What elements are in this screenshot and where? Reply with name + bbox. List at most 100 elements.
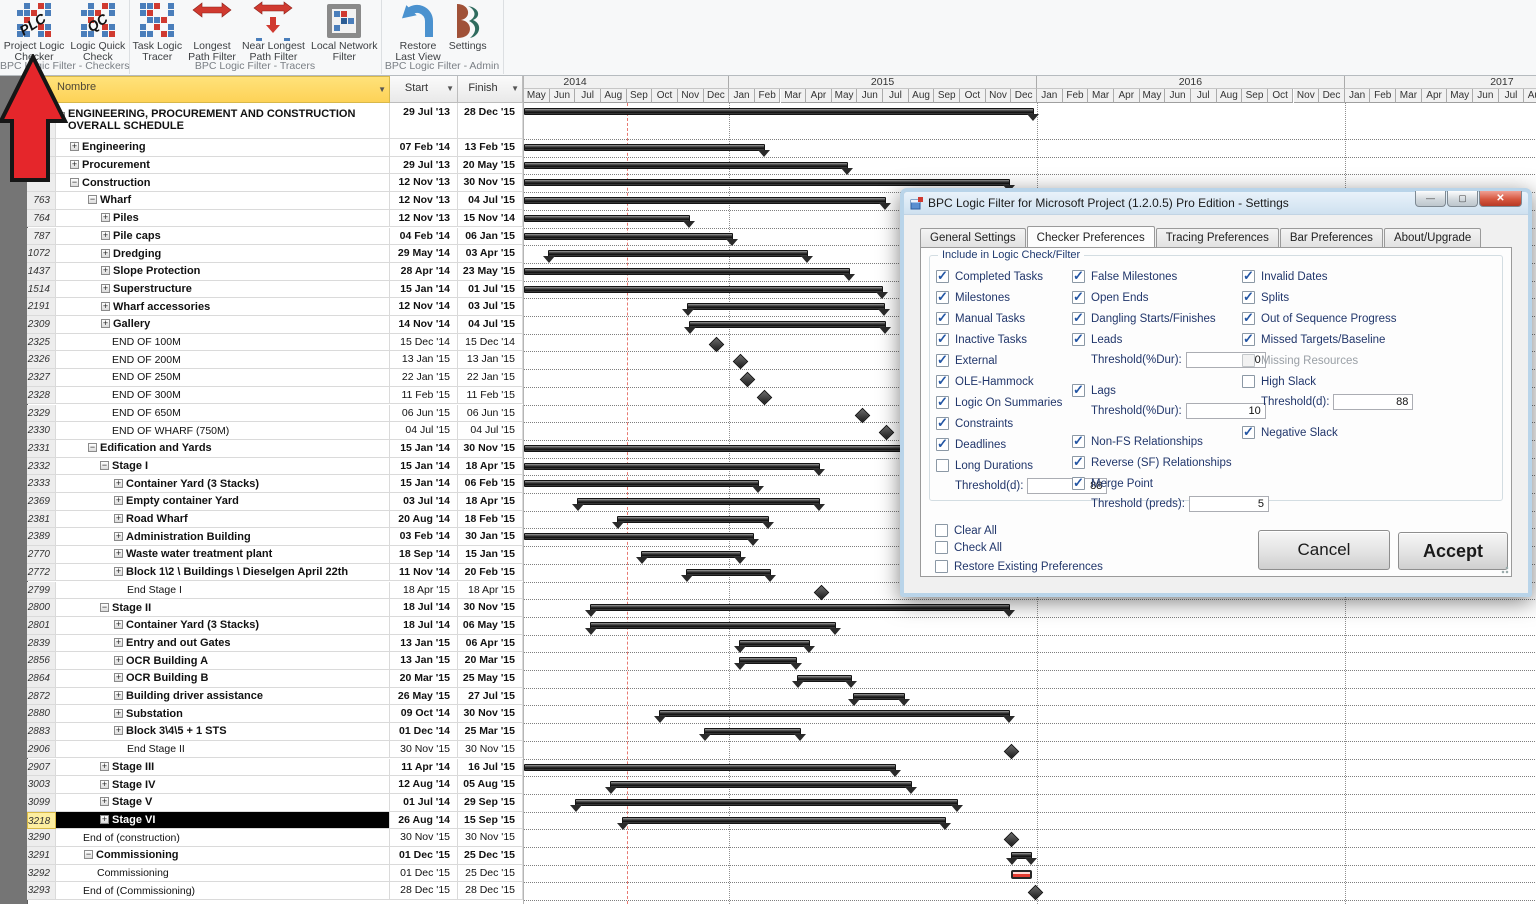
timescale-month[interactable]: Sep	[627, 89, 653, 103]
task-name-cell[interactable]: +Piles	[56, 210, 390, 228]
task-name-cell[interactable]: +Pile caps	[56, 228, 390, 246]
expand-icon[interactable]: +	[114, 709, 123, 718]
task-start-cell[interactable]: 15 Jan '14	[390, 458, 458, 476]
task-finish-cell[interactable]: 23 May '15	[458, 263, 523, 281]
table-row[interactable]: 763−Wharf12 Nov '1304 Jul '15	[27, 192, 523, 210]
task-name-cell[interactable]: +Gallery	[56, 316, 390, 334]
table-row[interactable]: 2329END OF 650M06 Jun '1506 Jun '15	[27, 405, 523, 423]
expand-icon[interactable]: +	[114, 673, 123, 682]
task-finish-cell[interactable]: 05 Aug '15	[458, 776, 523, 794]
expand-icon[interactable]: +	[114, 726, 123, 735]
checkbox-out-of-sequence-progress[interactable]: Out of Sequence Progress	[1242, 312, 1413, 325]
row-id-cell[interactable]: 3293	[27, 882, 56, 900]
task-start-cell[interactable]: 12 Nov '13	[390, 210, 458, 228]
checkbox-reverse-sf-relationships[interactable]: Reverse (SF) Relationships	[1072, 456, 1269, 469]
filter-dropdown-icon[interactable]: ▼	[378, 85, 386, 94]
resize-grip[interactable]	[1499, 564, 1509, 574]
task-finish-cell[interactable]: 15 Dec '14	[458, 334, 523, 352]
task-finish-cell[interactable]: 06 Jun '15	[458, 405, 523, 423]
row-id-cell[interactable]: 2333	[27, 475, 56, 493]
collapse-icon[interactable]: −	[70, 178, 79, 187]
checked-checkbox-icon[interactable]	[1072, 291, 1085, 304]
task-name-cell[interactable]: −ENGINEERING, PROCUREMENT AND CONSTRUCTI…	[56, 103, 390, 139]
expand-icon[interactable]: +	[100, 780, 109, 789]
milestone-diamond[interactable]	[757, 390, 773, 406]
row-id-cell[interactable]: 2389	[27, 528, 56, 546]
checked-checkbox-icon[interactable]	[1072, 312, 1085, 325]
task-start-cell[interactable]: 12 Nov '13	[390, 192, 458, 210]
collapse-icon[interactable]: −	[100, 461, 109, 470]
task-finish-cell[interactable]: 25 May '15	[458, 670, 523, 688]
task-name-cell[interactable]: +Stage V	[56, 794, 390, 812]
task-finish-cell[interactable]: 25 Mar '15	[458, 723, 523, 741]
summary-task-bar[interactable]	[686, 569, 771, 576]
task-finish-cell[interactable]: 15 Nov '14	[458, 210, 523, 228]
checked-checkbox-icon[interactable]	[936, 291, 949, 304]
summary-task-bar[interactable]	[689, 321, 886, 328]
task-start-cell[interactable]: 09 Oct '14	[390, 705, 458, 723]
task-name-cell[interactable]: +Road Wharf	[56, 511, 390, 529]
table-row[interactable]: 2330END OF WHARF (750M)04 Jul '1504 Jul …	[27, 422, 523, 440]
timescale-month[interactable]: Aug	[1217, 89, 1243, 103]
expand-icon[interactable]: +	[114, 620, 123, 629]
row-id-cell[interactable]: 2309	[27, 316, 56, 334]
table-row[interactable]: 2328END OF 300M11 Feb '1511 Feb '15	[27, 387, 523, 405]
row-id-cell[interactable]: 2883	[27, 723, 56, 741]
timescale-month[interactable]: Nov	[1294, 89, 1320, 103]
ribbon-button-near-longest-path-filter[interactable]: Near LongestPath Filter	[239, 1, 308, 63]
milestone-diamond[interactable]	[814, 584, 830, 600]
timescale-month[interactable]: Jul	[1499, 89, 1525, 103]
checkbox-invalid-dates[interactable]: Invalid Dates	[1242, 270, 1413, 283]
timescale-months[interactable]: MayJunJulAugSepOctNovDecJanFebMarAprMayJ…	[524, 89, 1536, 103]
task-start-cell[interactable]: 18 Jul '14	[390, 599, 458, 617]
task-name-cell[interactable]: +Substation	[56, 705, 390, 723]
timescale-month[interactable]: Apr	[1114, 89, 1140, 103]
unchecked-checkbox-icon[interactable]	[935, 541, 948, 554]
timescale-month[interactable]: May	[1140, 89, 1166, 103]
row-id-cell[interactable]: 2325	[27, 334, 56, 352]
summary-task-bar[interactable]	[524, 233, 733, 240]
task-name-cell[interactable]: +Engineering	[56, 139, 390, 157]
timescale-month[interactable]: Jun	[1473, 89, 1499, 103]
table-row[interactable]: 3293End of (Commissioning)28 Dec '1528 D…	[27, 882, 523, 900]
task-name-cell[interactable]: +Wharf accessories	[56, 298, 390, 316]
milestone-diamond[interactable]	[709, 336, 725, 352]
timescale-month[interactable]: Jan	[729, 89, 755, 103]
table-row[interactable]: 764+Piles12 Nov '1315 Nov '14	[27, 210, 523, 228]
column-header-start[interactable]: Start ▼	[390, 76, 458, 103]
tab-tracing-preferences[interactable]: Tracing Preferences	[1156, 228, 1279, 247]
ribbon-button-restore-last-view[interactable]: RestoreLast View	[392, 1, 443, 63]
unchecked-checkbox-icon[interactable]	[935, 560, 948, 573]
timescale-month[interactable]: Jan	[1345, 89, 1371, 103]
task-finish-cell[interactable]: 30 Nov '15	[458, 440, 523, 458]
timescale-month[interactable]: Oct	[1268, 89, 1294, 103]
timescale-year-2014[interactable]: 2014	[524, 76, 729, 89]
timescale-month[interactable]: May	[832, 89, 858, 103]
expand-icon[interactable]: +	[100, 797, 109, 806]
checkbox-high-slack[interactable]: High Slack	[1242, 375, 1413, 388]
table-row[interactable]: 2864+OCR Building B20 Mar '1525 May '15	[27, 670, 523, 688]
task-name-cell[interactable]: +Waste water treatment plant	[56, 546, 390, 564]
task-name-cell[interactable]: END OF 250M	[56, 369, 390, 387]
ribbon-button-task-logic-tracer[interactable]: Task LogicTracer	[129, 1, 185, 63]
milestone-diamond[interactable]	[733, 354, 749, 370]
summary-task-bar[interactable]	[524, 162, 848, 169]
task-name-cell[interactable]: +Superstructure	[56, 281, 390, 299]
expand-icon[interactable]: +	[114, 567, 123, 576]
task-finish-cell[interactable]: 03 Jul '15	[458, 298, 523, 316]
checked-checkbox-icon[interactable]	[1242, 291, 1255, 304]
task-finish-cell[interactable]: 18 Apr '15	[458, 458, 523, 476]
expand-icon[interactable]: +	[114, 638, 123, 647]
task-finish-cell[interactable]: 18 Apr '15	[458, 493, 523, 511]
timescale-month[interactable]: Apr	[806, 89, 832, 103]
task-name-cell[interactable]: −Edification and Yards	[56, 440, 390, 458]
timescale-month[interactable]: Mar	[1088, 89, 1114, 103]
table-row[interactable]: 1072+Dredging29 May '1403 Apr '15	[27, 245, 523, 263]
collapse-icon[interactable]: −	[84, 850, 93, 859]
timescale-month[interactable]: Aug	[601, 89, 627, 103]
task-finish-cell[interactable]: 30 Nov '15	[458, 705, 523, 723]
summary-task-bar[interactable]	[548, 250, 808, 257]
row-id-cell[interactable]: 1072	[27, 245, 56, 263]
task-name-cell[interactable]: End Stage II	[56, 741, 390, 759]
table-row[interactable]: 2883+Block 3\4\5 + 1 STS01 Dec '1425 Mar…	[27, 723, 523, 741]
